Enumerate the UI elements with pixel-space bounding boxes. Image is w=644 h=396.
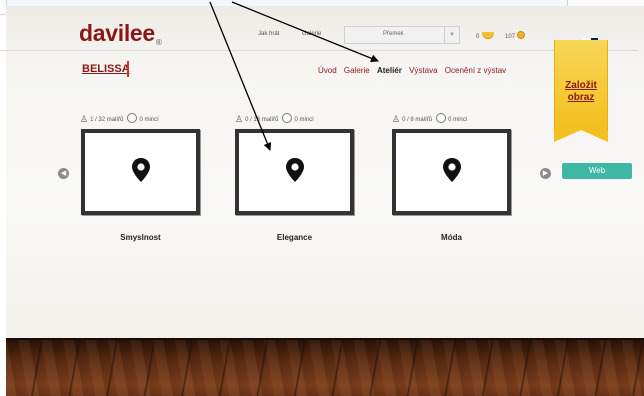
nav-item-exhibition[interactable]: Výstava bbox=[409, 66, 437, 75]
gallery-name-separator bbox=[127, 61, 129, 77]
coin-icon bbox=[436, 113, 447, 123]
create-painting-link[interactable]: Založit obraz bbox=[554, 80, 608, 104]
painting-frame[interactable] bbox=[392, 129, 511, 215]
right-arrow-icon[interactable]: ▶ bbox=[540, 168, 551, 179]
painting-frame[interactable] bbox=[81, 129, 200, 215]
nav-item-gallery[interactable]: Galerie bbox=[344, 66, 370, 75]
nav-item-atelier[interactable]: Ateliér bbox=[377, 66, 402, 75]
coin-icon bbox=[127, 113, 138, 123]
gallery-link[interactable]: Galerie bbox=[302, 31, 321, 37]
banana-count: 0 bbox=[476, 34, 480, 40]
nav-item-intro[interactable]: Úvod bbox=[318, 66, 337, 75]
user-name: Přemek bbox=[383, 31, 404, 37]
painter-icon: ♙ bbox=[392, 114, 401, 124]
coin-count: 0 mincí bbox=[139, 117, 159, 123]
painter-count: 1 / 32 malířů bbox=[90, 117, 124, 123]
user-dropdown[interactable]: Přemek ▼ bbox=[344, 26, 460, 44]
painter-icon: ♙ bbox=[235, 114, 244, 124]
logo-text: davilee bbox=[79, 20, 155, 46]
location-pin-icon bbox=[442, 158, 461, 182]
top-bar: davilee® Jak hrát Galerie Přemek ▼ 0 107 bbox=[0, 14, 638, 48]
gallery-name[interactable]: BELISSA bbox=[82, 63, 130, 75]
painter-icon: ♙ bbox=[80, 114, 89, 124]
card-meta: ♙ 0 / 16 malířů 0 mincí bbox=[235, 113, 314, 125]
card-meta: ♙ 1 / 32 malířů 0 mincí bbox=[80, 113, 159, 125]
card-title[interactable]: Elegance bbox=[235, 233, 354, 242]
location-pin-icon bbox=[131, 158, 150, 182]
coin-count: 0 mincí bbox=[448, 117, 468, 123]
create-painting-label-1: Založit bbox=[565, 80, 597, 91]
wooden-floor bbox=[6, 340, 644, 396]
painter-count: 0 / 16 malířů bbox=[245, 117, 279, 123]
left-arrow-icon[interactable]: ◀ bbox=[58, 168, 69, 179]
create-painting-label-2: obraz bbox=[567, 92, 595, 103]
gallery-nav: Úvod Galerie Ateliér Výstava Ocenění z v… bbox=[318, 66, 511, 75]
coin-icon bbox=[282, 113, 293, 123]
header-divider bbox=[0, 50, 638, 51]
coin-count: 0 mincí bbox=[294, 117, 314, 123]
logo[interactable]: davilee® bbox=[79, 20, 162, 47]
banana-icon bbox=[482, 32, 495, 39]
coin-count: 107 bbox=[505, 34, 516, 40]
card-title[interactable]: Smysl­nost bbox=[81, 233, 200, 242]
coin-icon bbox=[517, 31, 526, 39]
nav-item-awards[interactable]: Ocenění z výstav bbox=[445, 66, 506, 75]
ribbon-notch bbox=[554, 130, 608, 142]
logo-registered-mark: ® bbox=[155, 38, 162, 47]
chevron-down-icon[interactable]: ▼ bbox=[444, 27, 459, 43]
how-to-play-link[interactable]: Jak hrát bbox=[258, 31, 279, 37]
location-pin-icon bbox=[285, 158, 304, 182]
painting-frame[interactable] bbox=[235, 129, 354, 215]
painter-count: 0 / 8 malířů bbox=[402, 117, 433, 123]
web-button[interactable]: Web bbox=[562, 163, 632, 179]
card-meta: ♙ 0 / 8 malířů 0 mincí bbox=[392, 113, 467, 125]
currency-stats: 0 107 bbox=[476, 31, 526, 40]
card-title[interactable]: Móda bbox=[392, 233, 511, 242]
